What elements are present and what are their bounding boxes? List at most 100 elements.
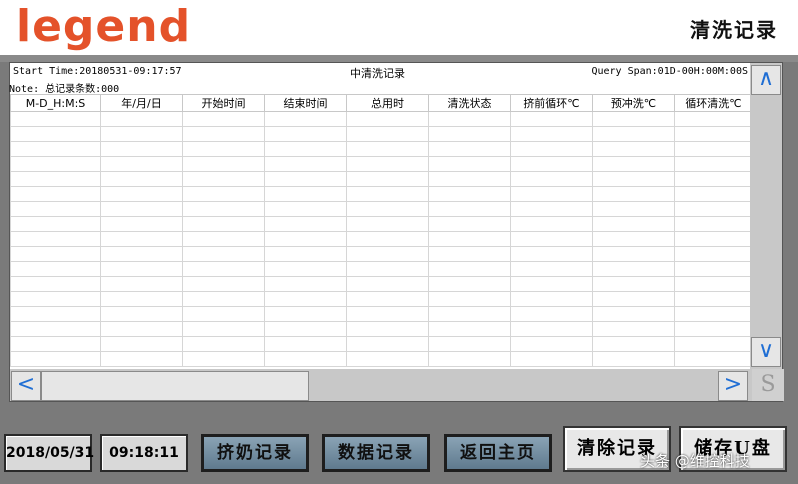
table-cell [428,141,511,157]
table-cell [674,156,753,172]
table-cell [592,201,675,217]
table-cell [10,171,101,187]
table-cell [674,231,753,247]
scroll-left-button[interactable]: < [11,371,41,401]
table-cell [10,156,101,172]
table-cell [264,201,347,217]
table-row [10,186,753,202]
table-cell [264,171,347,187]
table-cell [182,186,265,202]
scroll-up-button[interactable]: ∧ [751,65,781,95]
table-cell [346,141,429,157]
table-cell [592,291,675,307]
table-cell [674,246,753,262]
table-cell [100,216,183,232]
return-home-button[interactable]: 返回主页 [444,434,552,472]
chevron-down-icon: ∨ [757,338,775,363]
table-cell [510,291,593,307]
scroll-corner: S [752,369,784,401]
table-cell [182,291,265,307]
column-header: 预冲洗℃ [592,94,675,112]
milking-records-button[interactable]: 挤奶记录 [201,434,309,472]
table-cell [10,111,101,127]
header-bar: legend 清洗记录 [0,0,798,55]
table-cell [264,186,347,202]
table-title: 中清洗记录 [350,67,405,80]
table-cell [182,141,265,157]
horizontal-scroll-thumb[interactable] [41,371,309,401]
table-cell [510,201,593,217]
table-row [10,141,753,157]
table-row [10,321,753,337]
table-cell [428,291,511,307]
table-cell [428,276,511,292]
column-header: 年/月/日 [100,94,183,112]
table-cell [10,126,101,142]
brand-logo: legend [16,1,192,52]
table-cell [674,186,753,202]
table-cell [346,261,429,277]
table-cell [264,291,347,307]
vertical-scrollbar[interactable]: ∧ ∨ [750,63,782,369]
table-cell [592,306,675,322]
scroll-down-button[interactable]: ∨ [751,337,781,367]
start-time-label: Start Time:20180531-09:17:57 [13,66,182,77]
table-cell [346,246,429,262]
date-display: 2018/05/31 [4,434,94,472]
table-row [10,351,753,367]
table-cell [510,306,593,322]
table-cell [100,321,183,337]
table-cell [346,336,429,352]
record-panel: Start Time:20180531-09:17:57 Note: 总记录条数… [9,62,784,402]
table-cell [592,231,675,247]
table-row [10,306,753,322]
table-cell [428,216,511,232]
table-row [10,291,753,307]
table-row [10,156,753,172]
chevron-right-icon: > [723,372,743,397]
table-cell [264,216,347,232]
table-cell [100,231,183,247]
table-row [10,231,753,247]
column-header: 开始时间 [182,94,265,112]
data-records-button[interactable]: 数据记录 [322,434,430,472]
table-cell [10,321,101,337]
table-row [10,276,753,292]
scroll-right-button[interactable]: > [718,371,748,401]
table-cell [428,126,511,142]
table-cell [346,126,429,142]
table-cell [510,126,593,142]
table-cell [510,111,593,127]
table-cell [182,351,265,367]
table-cell [100,276,183,292]
table-cell [182,231,265,247]
table-row [10,111,753,127]
table-cell [510,186,593,202]
chevron-left-icon: < [16,372,36,397]
table-cell [592,216,675,232]
table-cell [10,351,101,367]
table-cell [592,321,675,337]
record-count-note: Note: 总记录条数:000 [9,84,120,95]
table-cell [100,126,183,142]
table-cell [10,216,101,232]
table-cell [592,126,675,142]
header-divider [0,55,798,62]
table-cell [592,261,675,277]
table-cell [510,216,593,232]
table-cell [264,141,347,157]
table-cell [100,336,183,352]
table-cell [264,126,347,142]
records-table: M-D_H:M:S 年/月/日 开始时间 结束时间 总用时 清洗状态 挤前循环℃ 预冲洗℃ 循环… [10,94,753,370]
table-cell [428,351,511,367]
horizontal-scrollbar[interactable]: < > [10,369,752,401]
time-display: 09:18:11 [100,434,188,472]
table-body [10,111,753,367]
table-cell [182,201,265,217]
table-row [10,126,753,142]
table-cell [592,171,675,187]
table-cell [10,246,101,262]
table-cell [182,216,265,232]
table-cell [428,111,511,127]
resize-grip-icon: S [760,372,776,397]
